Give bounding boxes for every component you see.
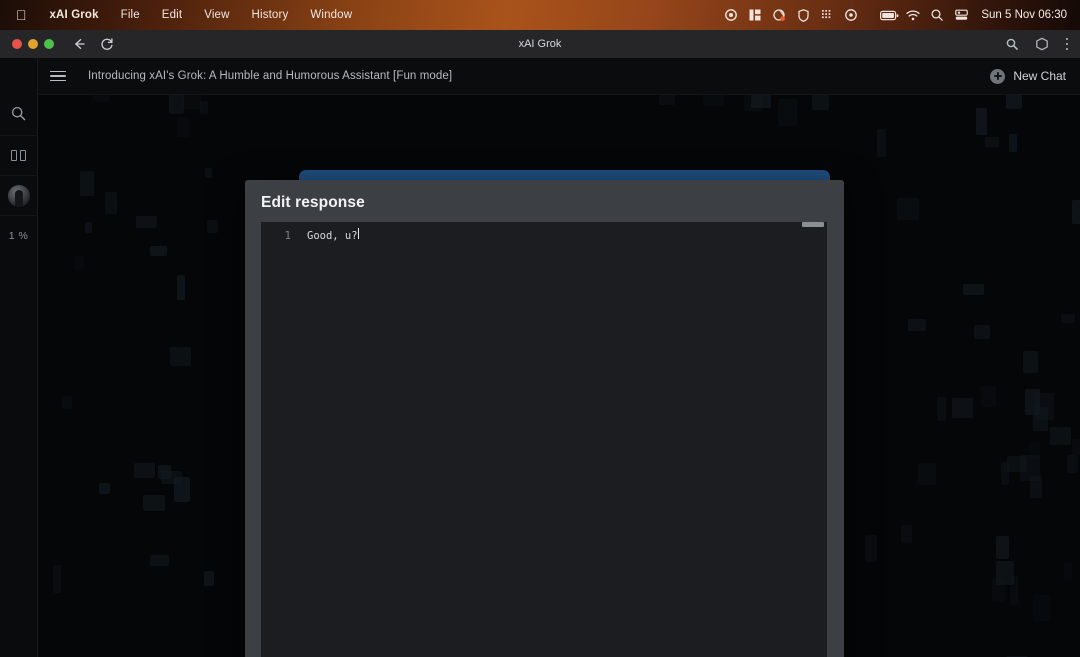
maximize-window-button[interactable] [44, 39, 54, 49]
editor-line: 1 Good, u? [261, 222, 827, 242]
edit-response-dialog: Edit response 1 Good, u? CLOSE UPDATE [245, 180, 844, 657]
circle-target-icon[interactable] [839, 0, 863, 30]
window-traffic-lights [8, 39, 54, 49]
browser-window-title: xAI Grok [0, 38, 1080, 50]
rail-item-search[interactable] [0, 96, 37, 136]
browser-toolbar: xAI Grok [0, 30, 1080, 58]
battery-icon[interactable] [877, 0, 901, 30]
spotlight-search-icon[interactable] [925, 0, 949, 30]
menu-item-view[interactable]: View [193, 0, 240, 30]
menu-item-window[interactable]: Window [299, 0, 363, 30]
record-dot-icon[interactable] [719, 0, 743, 30]
rail-item-panels[interactable] [0, 136, 37, 176]
screen-root:  xAI Grok File Edit View History Window [0, 0, 1080, 657]
reload-icon[interactable] [100, 37, 114, 51]
new-chat-button[interactable]: New Chat [990, 69, 1066, 84]
menu-item-history[interactable]: History [241, 0, 300, 30]
app-header: Introducing xAI's Grok: A Humble and Hum… [38, 58, 1080, 95]
dots-grid-icon[interactable] [815, 0, 839, 30]
editor-resize-handle[interactable] [802, 222, 824, 227]
user-avatar [8, 185, 30, 207]
menu-bar-items:  xAI Grok File Edit View History Window [10, 0, 363, 30]
rail-item-profile[interactable] [0, 176, 37, 216]
new-chat-label: New Chat [1013, 69, 1066, 83]
conversation-title: Introducing xAI's Grok: A Humble and Hum… [88, 70, 452, 82]
apple-logo-icon[interactable]:  [10, 0, 39, 30]
menu-item-file[interactable]: File [110, 0, 151, 30]
search-icon[interactable] [1006, 38, 1018, 50]
macos-menu-bar:  xAI Grok File Edit View History Window [0, 0, 1080, 30]
cube-icon[interactable] [1035, 37, 1049, 51]
plus-circle-icon [990, 69, 1005, 84]
menu-bar-clock[interactable]: Sun 5 Nov 06:30 [973, 9, 1071, 21]
shield-icon[interactable] [791, 0, 815, 30]
minimize-window-button[interactable] [28, 39, 38, 49]
code-editor[interactable]: 1 Good, u? [261, 222, 827, 657]
back-arrow-icon[interactable] [72, 37, 86, 51]
browser-nav-buttons [72, 37, 114, 51]
kebab-menu-icon[interactable] [1066, 38, 1069, 51]
rail-percent-label: 1 % [0, 216, 37, 256]
text-caret [358, 228, 359, 239]
web-page-content: 1 % Introducing xAI's Grok: A Humble and… [0, 58, 1080, 657]
menu-item-edit[interactable]: Edit [151, 0, 193, 30]
left-rail: 1 % [0, 58, 38, 657]
menu-item-app[interactable]: xAI Grok [39, 0, 110, 30]
grid-panel-icon[interactable] [743, 0, 767, 30]
columns-icon [11, 150, 26, 161]
browser-toolbar-right [1006, 37, 1073, 51]
line-number: 1 [261, 230, 291, 242]
editor-text[interactable]: Good, u? [307, 230, 358, 242]
control-center-icon[interactable] [949, 0, 973, 30]
color-wheel-icon[interactable] [767, 0, 791, 30]
close-window-button[interactable] [12, 39, 22, 49]
wifi-icon[interactable] [901, 0, 925, 30]
search-icon [11, 106, 26, 126]
dialog-title: Edit response [245, 180, 844, 212]
menu-bar-status-area: Sun 5 Nov 06:30 [719, 0, 1071, 30]
hamburger-menu-icon[interactable] [50, 71, 66, 82]
